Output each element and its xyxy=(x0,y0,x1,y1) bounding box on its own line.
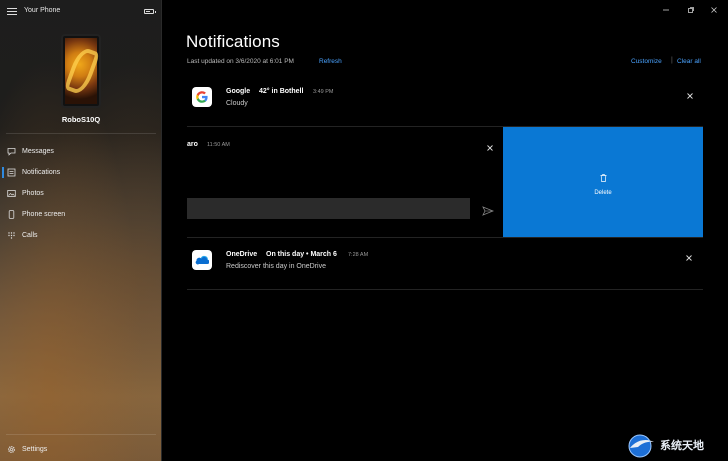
send-icon[interactable] xyxy=(482,203,495,216)
card-divider xyxy=(187,237,703,238)
notification-time: 3:49 PM xyxy=(313,89,334,95)
delete-button[interactable]: Delete xyxy=(503,127,703,237)
onedrive-cloud-icon xyxy=(192,250,212,270)
watermark-text: 系统天地 xyxy=(660,439,704,452)
phone-screen-icon xyxy=(7,210,16,219)
last-updated-text: Last updated on 3/6/2020 at 6:01 PM xyxy=(187,58,294,65)
dialpad-icon xyxy=(7,231,16,240)
customize-link[interactable]: Customize xyxy=(631,58,662,65)
settings-label: Settings xyxy=(22,445,48,453)
notification-app-name: OneDrive xyxy=(226,251,258,258)
sidebar-item-label: Messages xyxy=(22,148,54,155)
sidebar-item-messages[interactable]: Messages xyxy=(0,141,162,162)
notification-title: 42° in Bothell xyxy=(259,88,304,95)
refresh-link[interactable]: Refresh xyxy=(319,58,342,65)
photo-icon xyxy=(7,189,16,198)
notification-app-name: aro xyxy=(187,141,198,148)
sidebar-nav: Messages Notifications Photos Phone scre… xyxy=(0,141,162,246)
sidebar-item-phone-screen[interactable]: Phone screen xyxy=(0,204,162,225)
notification-title: On this day • March 6 xyxy=(266,251,337,258)
app-title: Your Phone xyxy=(24,7,61,14)
phone-image xyxy=(61,34,101,108)
device-name: RoboS10Q xyxy=(61,115,101,124)
trash-icon xyxy=(600,169,607,187)
sidebar: Your Phone RoboS10Q Messages Notificatio… xyxy=(0,0,162,461)
notification-body: Rediscover this day in OneDrive xyxy=(226,263,326,270)
page-title: Notifications xyxy=(186,32,280,51)
settings-button[interactable]: Settings xyxy=(0,440,162,458)
sidebar-divider xyxy=(6,133,156,134)
sidebar-item-label: Photos xyxy=(22,190,44,197)
google-icon xyxy=(192,87,212,107)
notification-body: Cloudy xyxy=(226,100,248,107)
link-separator: | xyxy=(671,57,673,64)
sidebar-titlebar: Your Phone xyxy=(0,0,162,24)
chat-icon xyxy=(7,147,16,156)
sidebar-item-notifications[interactable]: Notifications xyxy=(0,162,162,183)
watermark: 系统天地 xyxy=(620,428,728,461)
hamburger-menu-icon[interactable] xyxy=(7,8,17,16)
dismiss-onedrive-button[interactable] xyxy=(684,253,694,263)
notification-time: 7:28 AM xyxy=(348,252,369,258)
notification-app-name: Google xyxy=(226,88,251,95)
clear-all-link[interactable]: Clear all xyxy=(677,58,701,65)
dismiss-google-button[interactable] xyxy=(685,91,695,101)
main-pane: Notifications Last updated on 3/6/2020 a… xyxy=(162,0,728,461)
sidebar-item-label: Notifications xyxy=(22,169,61,176)
watermark-logo-icon xyxy=(628,434,654,458)
delete-label: Delete xyxy=(594,189,612,196)
reply-input[interactable] xyxy=(187,198,470,219)
sidebar-item-label: Calls xyxy=(22,232,38,239)
gear-icon xyxy=(7,445,16,454)
sidebar-divider xyxy=(6,434,156,435)
dismiss-aro-button[interactable] xyxy=(485,143,495,153)
battery-icon xyxy=(144,9,156,14)
card-divider xyxy=(187,289,703,290)
notification-list-icon xyxy=(7,168,16,177)
sidebar-item-photos[interactable]: Photos xyxy=(0,183,162,204)
sidebar-item-label: Phone screen xyxy=(22,211,66,218)
sidebar-item-calls[interactable]: Calls xyxy=(0,225,162,246)
notification-time: 11:50 AM xyxy=(207,142,230,148)
